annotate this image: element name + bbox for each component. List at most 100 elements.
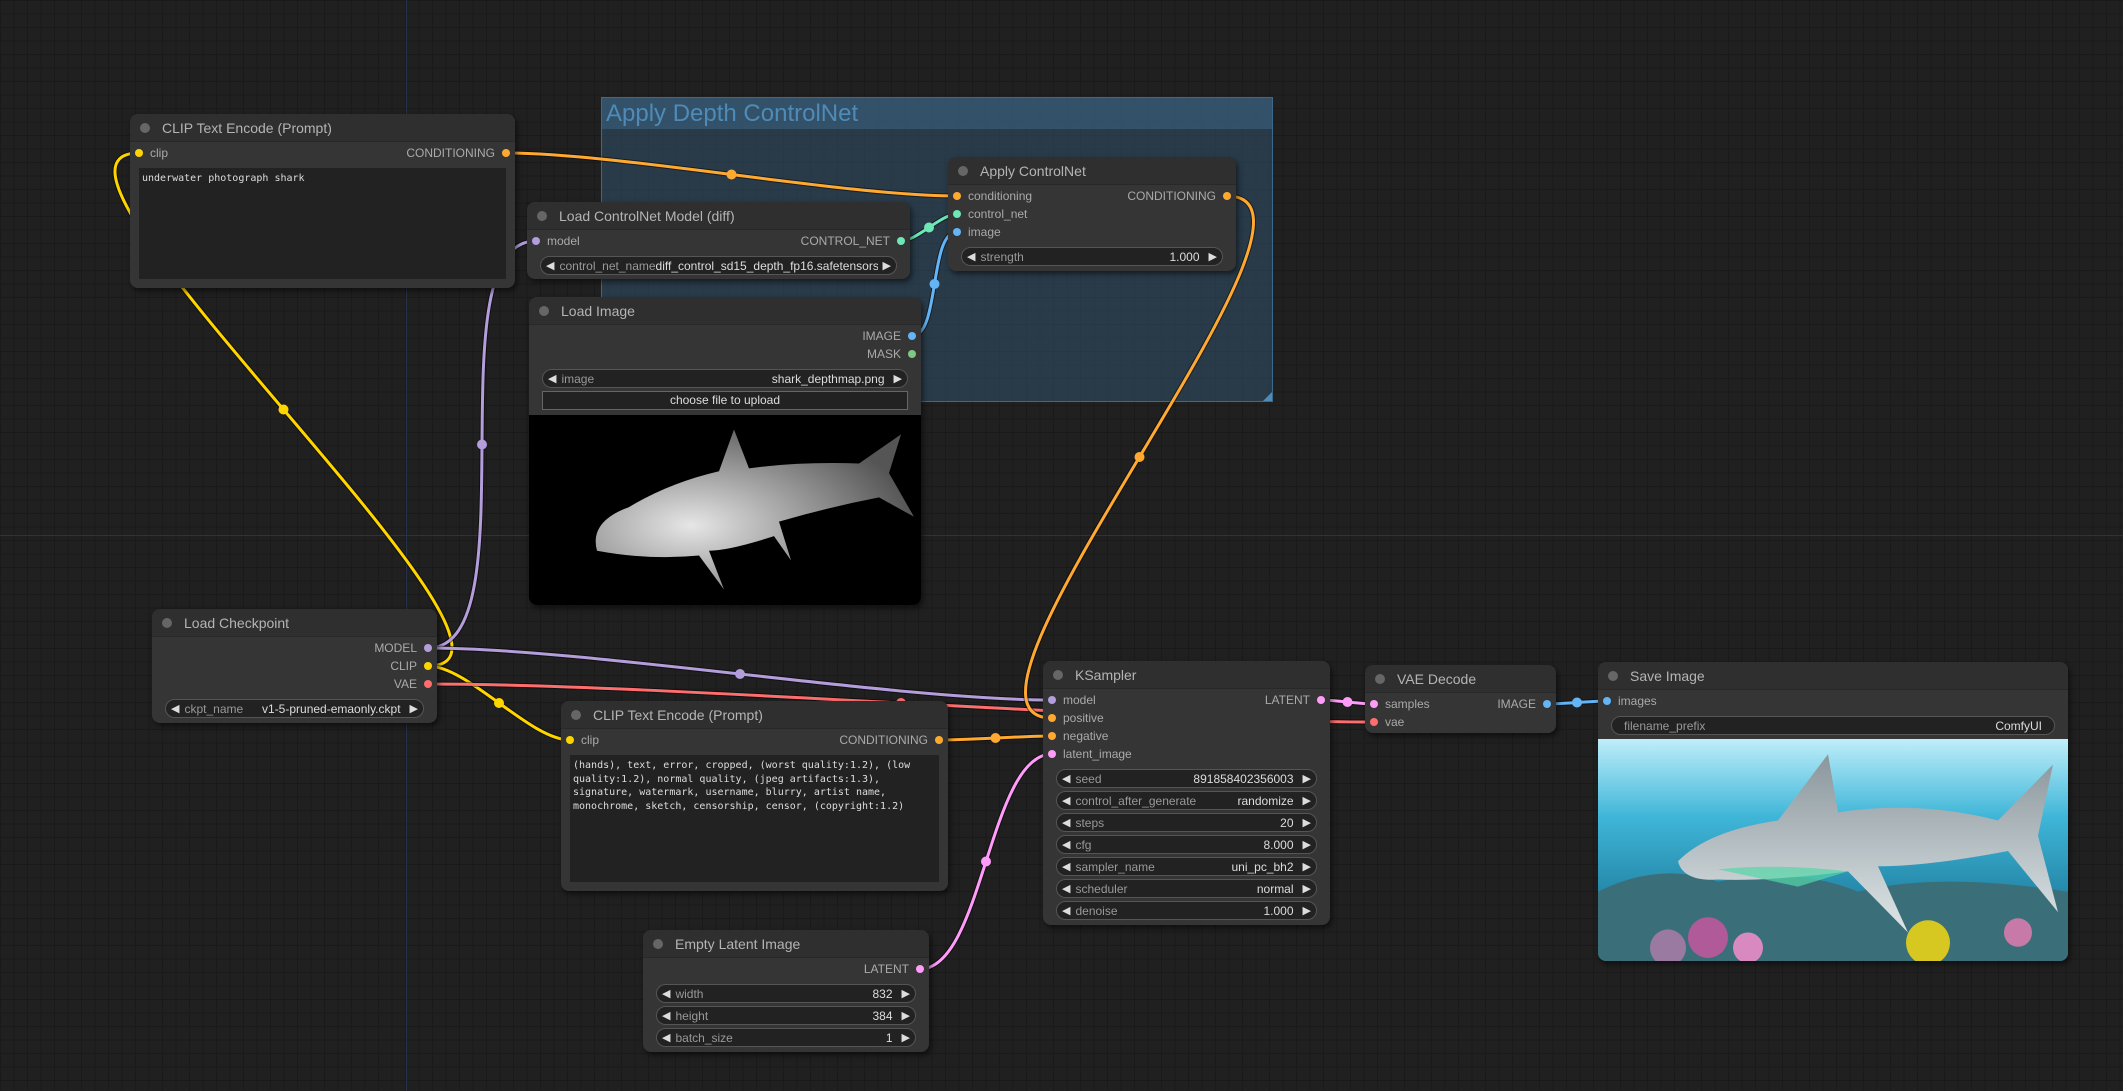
decrement-arrow-icon[interactable]: ◀ — [541, 259, 559, 272]
decrement-arrow-icon[interactable]: ◀ — [1057, 904, 1075, 917]
widget-value[interactable]: 1 — [733, 1031, 897, 1045]
collapse-dot-icon[interactable] — [653, 938, 663, 949]
widget-value[interactable]: diff_control_sd15_depth_fp16.safetensors — [656, 259, 878, 273]
decrement-arrow-icon[interactable]: ◀ — [1057, 772, 1075, 785]
collapse-dot-icon[interactable] — [1053, 669, 1063, 680]
widget-height[interactable]: ◀ height 384 ▶ — [656, 1006, 916, 1025]
slot-dot-icon[interactable] — [908, 332, 916, 340]
output-slot-control-net[interactable]: CONTROL_NET — [801, 232, 905, 250]
widget-value[interactable]: 891858402356003 — [1102, 772, 1298, 786]
input-slot-model[interactable]: model — [1048, 691, 1096, 709]
link-midpoint-handle[interactable] — [477, 439, 487, 450]
node-title-bar[interactable]: Load Image — [529, 297, 921, 325]
slot-dot-icon[interactable] — [135, 149, 143, 157]
link-model[interactable] — [427, 646, 1053, 702]
widget-cfg[interactable]: ◀ cfg 8.000 ▶ — [1056, 835, 1317, 854]
increment-arrow-icon[interactable]: ▶ — [878, 259, 896, 272]
link-model[interactable] — [427, 239, 537, 650]
increment-arrow-icon[interactable]: ▶ — [1298, 838, 1316, 851]
slot-dot-icon[interactable] — [1048, 750, 1056, 758]
node-title-bar[interactable]: Apply ControlNet — [948, 157, 1236, 185]
node-title-bar[interactable]: CLIP Text Encode (Prompt) — [561, 701, 948, 729]
widget-value[interactable]: normal — [1128, 882, 1298, 896]
prompt-textarea[interactable]: (hands), text, error, cropped, (worst qu… — [570, 755, 939, 882]
collapse-dot-icon[interactable] — [539, 305, 549, 316]
slot-dot-icon[interactable] — [1317, 696, 1325, 704]
decrement-arrow-icon[interactable]: ◀ — [657, 987, 675, 1000]
slot-dot-icon[interactable] — [566, 736, 574, 744]
output-slot-conditioning[interactable]: CONDITIONING — [1127, 187, 1231, 205]
increment-arrow-icon[interactable]: ▶ — [1298, 794, 1316, 807]
collapse-dot-icon[interactable] — [571, 709, 581, 720]
prompt-textarea[interactable]: underwater photograph shark — [139, 168, 506, 279]
decrement-arrow-icon[interactable]: ◀ — [1057, 794, 1075, 807]
output-slot-vae[interactable]: VAE — [394, 675, 432, 693]
widget-value[interactable]: 1.000 — [1118, 904, 1298, 918]
slot-dot-icon[interactable] — [1370, 700, 1378, 708]
collapse-dot-icon[interactable] — [1608, 670, 1618, 681]
node-apply-cn[interactable]: Apply ControlNet conditioning control_net i… — [948, 157, 1236, 271]
node-cn-loader[interactable]: Load ControlNet Model (diff) model CONTROL… — [527, 202, 910, 279]
increment-arrow-icon[interactable]: ▶ — [897, 1031, 915, 1044]
widget-image[interactable]: ◀ image shark_depthmap.png ▶ — [542, 369, 908, 388]
input-slot-images[interactable]: images — [1603, 692, 1657, 710]
slot-dot-icon[interactable] — [502, 149, 510, 157]
node-ckpt[interactable]: Load Checkpoint MODEL CLIP VAE ◀ ckpt_name v1-… — [152, 609, 437, 723]
widget-value[interactable]: v1-5-pruned-emaonly.ckpt — [243, 702, 404, 716]
upload-button[interactable]: choose file to upload — [542, 391, 908, 410]
node-load-image[interactable]: Load Image IMAGE MASK ◀ image shark_depthmap.… — [529, 297, 921, 605]
widget-value[interactable]: uni_pc_bh2 — [1155, 860, 1298, 874]
input-slot-control-net[interactable]: control_net — [953, 205, 1027, 223]
widget-filename-prefix[interactable]: filename_prefix ComfyUI — [1611, 716, 2055, 735]
slot-dot-icon[interactable] — [953, 228, 961, 236]
slot-dot-icon[interactable] — [424, 644, 432, 652]
widget-control-net-name[interactable]: ◀ control_net_name diff_control_sd15_depth… — [540, 256, 897, 275]
link-clip[interactable] — [427, 664, 571, 742]
widget-value[interactable]: shark_depthmap.png — [594, 372, 888, 386]
link-midpoint-handle[interactable] — [990, 733, 1001, 743]
slot-dot-icon[interactable] — [953, 210, 961, 218]
increment-arrow-icon[interactable]: ▶ — [1298, 772, 1316, 785]
widget-denoise[interactable]: ◀ denoise 1.000 ▶ — [1056, 901, 1317, 920]
widget-ckpt-name[interactable]: ◀ ckpt_name v1-5-pruned-emaonly.ckpt ▶ — [165, 699, 424, 718]
input-slot-negative[interactable]: negative — [1048, 727, 1108, 745]
link-conditioning[interactable] — [938, 734, 1053, 742]
input-slot-model[interactable]: model — [532, 232, 580, 250]
widget-scheduler[interactable]: ◀ scheduler normal ▶ — [1056, 879, 1317, 898]
slot-dot-icon[interactable] — [424, 680, 432, 688]
input-slot-samples[interactable]: samples — [1370, 695, 1430, 713]
widget-seed[interactable]: ◀ seed 891858402356003 ▶ — [1056, 769, 1317, 788]
link-midpoint-handle[interactable] — [1572, 697, 1582, 708]
slot-dot-icon[interactable] — [935, 736, 943, 744]
collapse-dot-icon[interactable] — [1375, 673, 1385, 684]
increment-arrow-icon[interactable]: ▶ — [1204, 250, 1222, 263]
output-slot-latent[interactable]: LATENT — [864, 960, 924, 978]
widget-value[interactable]: 384 — [708, 1009, 896, 1023]
slot-dot-icon[interactable] — [424, 662, 432, 670]
slot-dot-icon[interactable] — [1223, 192, 1231, 200]
slot-dot-icon[interactable] — [1603, 697, 1611, 705]
output-slot-image[interactable]: IMAGE — [1497, 695, 1551, 713]
node-latent[interactable]: Empty Latent Image LATENT ◀ width 832 ▶ ◀ heigh… — [643, 930, 929, 1052]
widget-steps[interactable]: ◀ steps 20 ▶ — [1056, 813, 1317, 832]
link-midpoint-handle[interactable] — [981, 856, 991, 867]
node-clip-neg[interactable]: CLIP Text Encode (Prompt) clip CONDITIONIN… — [561, 701, 948, 891]
output-slot-mask[interactable]: MASK — [867, 345, 916, 363]
widget-value[interactable]: 832 — [703, 987, 896, 1001]
node-title-bar[interactable]: Load Checkpoint — [152, 609, 437, 637]
node-title-bar[interactable]: KSampler — [1043, 661, 1330, 689]
widget-control-after-generate[interactable]: ◀ control_after_generate randomize ▶ — [1056, 791, 1317, 810]
node-title-bar[interactable]: VAE Decode — [1365, 665, 1556, 693]
increment-arrow-icon[interactable]: ▶ — [1298, 882, 1316, 895]
widget-value[interactable]: 20 — [1104, 816, 1297, 830]
output-slot-conditioning[interactable]: CONDITIONING — [839, 731, 943, 749]
increment-arrow-icon[interactable]: ▶ — [889, 372, 907, 385]
increment-arrow-icon[interactable]: ▶ — [897, 987, 915, 1000]
output-slot-conditioning[interactable]: CONDITIONING — [406, 144, 510, 162]
slot-dot-icon[interactable] — [1370, 718, 1378, 726]
link-midpoint-handle[interactable] — [278, 404, 289, 415]
widget-sampler-name[interactable]: ◀ sampler_name uni_pc_bh2 ▶ — [1056, 857, 1317, 876]
collapse-dot-icon[interactable] — [537, 210, 547, 221]
decrement-arrow-icon[interactable]: ◀ — [962, 250, 980, 263]
input-slot-vae[interactable]: vae — [1370, 713, 1404, 731]
